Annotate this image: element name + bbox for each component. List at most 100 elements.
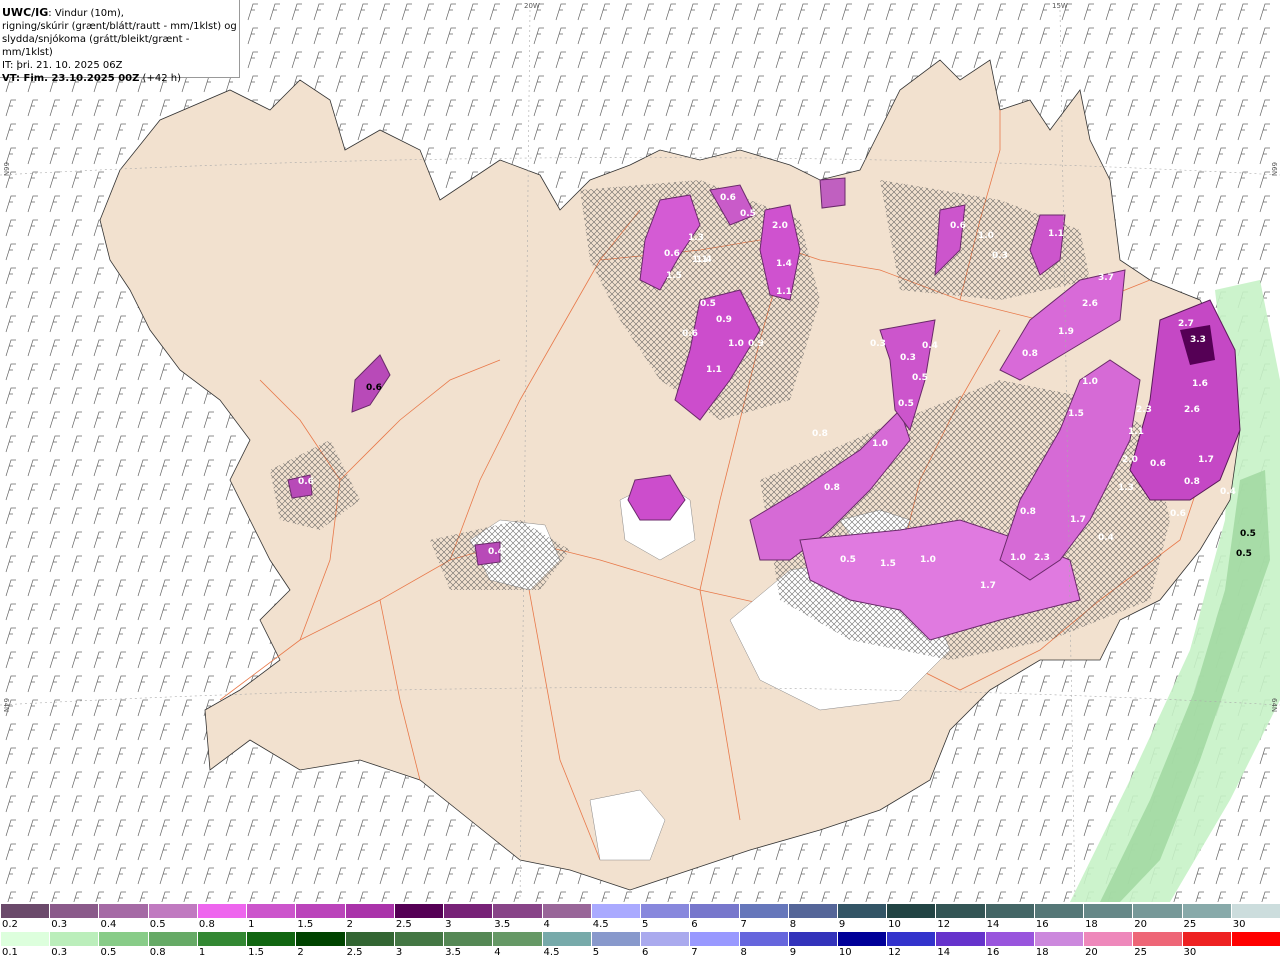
title-line2: rigning/skúrir (grænt/blátt/rautt - mm/1… [2, 21, 237, 32]
legend-swatch [0, 932, 50, 946]
precip-value: 1.1 [1048, 229, 1064, 239]
legend-label: 16 [986, 947, 1000, 958]
legend-label: 25 [1183, 919, 1197, 930]
precip-value: 1.1 [706, 365, 722, 375]
legend-swatch [344, 904, 394, 918]
valid-offset: (+42 h) [139, 73, 181, 84]
precip-value: 0.8 [812, 429, 828, 439]
precip-value: 1.3 [1118, 483, 1134, 493]
legend-label: 8 [740, 947, 747, 958]
legend-label: 9 [789, 947, 797, 958]
legend-label: 3.5 [445, 947, 461, 958]
legend-label: 0.2 [2, 919, 18, 930]
precip-value: 0.6 [1170, 509, 1186, 519]
lon-label-20w: 20W [524, 2, 540, 10]
legend-label: 10 [838, 947, 852, 958]
legend-swatch [738, 932, 788, 946]
legend-label: 18 [1085, 919, 1098, 930]
legend-label: 1 [248, 919, 255, 930]
legend-swatch [147, 932, 197, 946]
precip-value: 0.9 [748, 339, 764, 349]
legend-swatch [689, 904, 739, 918]
precip-value: 2.3 [1034, 553, 1050, 563]
init-time: IT: þri. 21. 10. 2025 06Z [2, 60, 123, 71]
legend-label: 6 [642, 947, 649, 958]
precip-value: 2.6 [1184, 405, 1200, 415]
legend-label: 6 [691, 919, 698, 930]
rain-legend-labels: 0.1 0.3 0.5 0.8 1 1.5 2 2.5 3 3.5 4 4.5 5 6 7 8 9 10 12 14 1… [0, 947, 1280, 959]
legend-label: 8 [789, 919, 797, 930]
legend-label: 0.1 [2, 947, 18, 958]
legend-swatch [1230, 932, 1280, 946]
legend-label: 2 [297, 947, 304, 958]
precip-value: 0.6 [950, 221, 966, 231]
precip-value: 0.6 [1150, 459, 1166, 469]
legend-swatch [984, 932, 1034, 946]
legend-swatch [344, 932, 394, 946]
legend-label: 18 [1035, 947, 1049, 958]
precip-value: 0.4 [488, 547, 504, 557]
legend-label: 12 [937, 919, 951, 930]
legend-label: 12 [888, 947, 901, 958]
legend-label: 3.5 [494, 919, 511, 930]
legend-swatch [246, 932, 296, 946]
precip-value: 0.8 [1020, 507, 1036, 517]
legend-swatch [443, 904, 493, 918]
precip-value: 0.4 [1098, 533, 1114, 543]
lat-label-64n-right: 64N [1270, 698, 1278, 713]
precip-value: 0.3 [900, 353, 916, 363]
precip-value: 1.5 [666, 271, 682, 281]
precip-value: 1.1 [776, 287, 792, 297]
precip-value: 1.6 [1192, 379, 1208, 389]
legend-swatch [1033, 904, 1084, 918]
legend-swatch [393, 904, 444, 918]
legend-label: 2 [346, 919, 353, 930]
precip-value: 1.0 [872, 439, 888, 449]
precip-value: 2.0 [1122, 455, 1138, 465]
legend-swatch [492, 932, 542, 946]
legend-swatch [541, 932, 591, 946]
precip-value: 1.0 [1010, 553, 1026, 563]
lat-label-66n-left: 66N [2, 162, 10, 177]
precip-value: 0.6 [298, 477, 314, 487]
legend-label: 3 [395, 947, 403, 958]
legend-swatch [443, 932, 493, 946]
legend-label: 0.5 [100, 947, 117, 958]
legend-swatch [393, 932, 444, 946]
legend-label: 5 [592, 947, 600, 958]
legend-swatch [49, 904, 99, 918]
legend-label: 4.5 [543, 947, 560, 958]
legend-label: 20 [1085, 947, 1098, 958]
legend-label: 1.5 [297, 919, 314, 930]
legend-swatch [1083, 932, 1133, 946]
precip-value: 0.5 [740, 209, 756, 219]
precip-value: 1.4 [776, 259, 792, 269]
precip-value: 2.7 [1178, 319, 1194, 329]
legend-swatch [98, 932, 148, 946]
legend-label: 5 [642, 919, 649, 930]
snow-color-legend [0, 904, 1280, 918]
precip-value: 0.4 [1220, 487, 1236, 497]
legend-label: 3 [445, 919, 452, 930]
legend-swatch [738, 904, 788, 918]
legend-swatch [984, 904, 1034, 918]
legend-label: 0.8 [149, 947, 166, 958]
legend-swatch [98, 904, 148, 918]
legend-label: 20 [1134, 919, 1148, 930]
precip-value: 0.8 [1184, 477, 1200, 487]
legend-swatch [689, 932, 739, 946]
legend-swatch [1132, 904, 1182, 918]
lon-label-15w: 15W [1052, 2, 1068, 10]
legend-label: 4 [543, 919, 550, 930]
legend-swatch [295, 932, 345, 946]
precip-value: 1.0 [978, 231, 994, 241]
precip-value: 0.5 [898, 399, 914, 409]
legend-swatch [541, 904, 591, 918]
precip-value: 0.3 [870, 339, 886, 349]
legend-label: 2.5 [346, 947, 363, 958]
legend-swatch [1230, 904, 1280, 918]
legend-label: 30 [1232, 919, 1246, 930]
legend-label: 0.3 [51, 947, 68, 958]
valid-time: VT: Fim. 23.10.2025 00Z [2, 73, 140, 84]
legend-label: 1 [198, 947, 206, 958]
